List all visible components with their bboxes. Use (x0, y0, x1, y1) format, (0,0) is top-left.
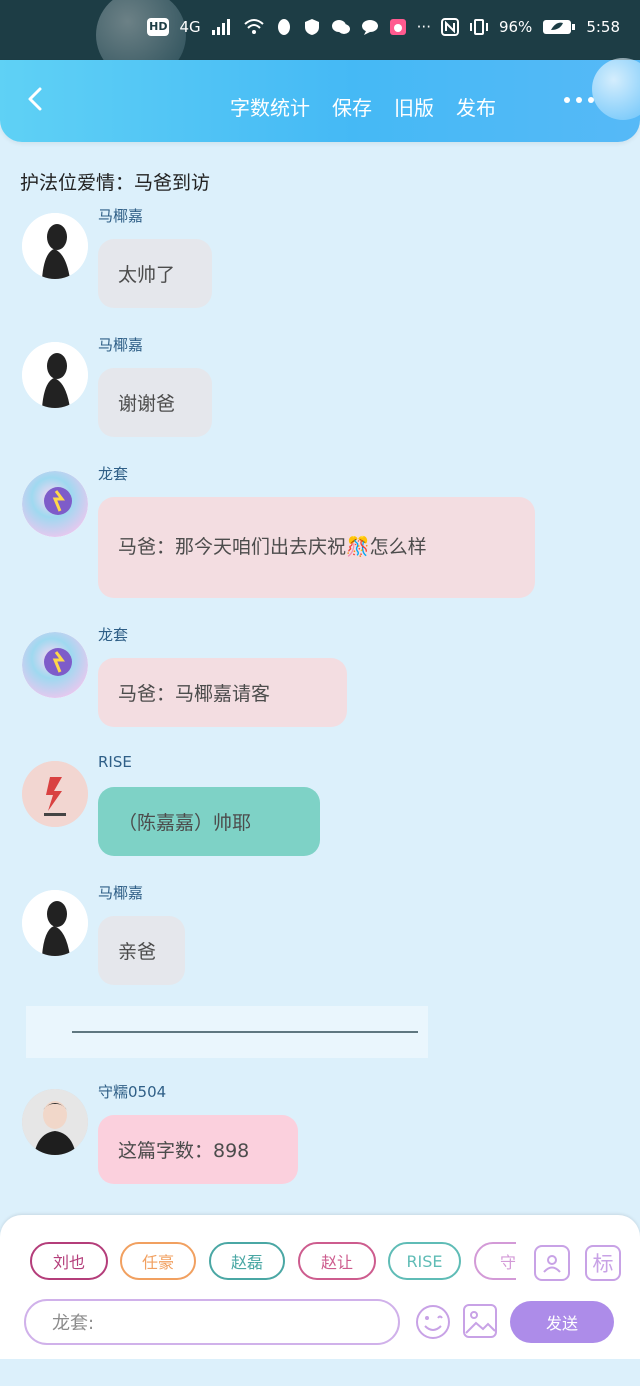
avatar[interactable] (22, 213, 88, 279)
message-icon (361, 20, 378, 35)
message-bubble[interactable]: 太帅了 (98, 239, 212, 308)
emoji-icon[interactable] (414, 1303, 452, 1341)
more-notifications-icon: ··· (416, 18, 431, 36)
avatar[interactable] (22, 1089, 88, 1155)
message-bubble[interactable]: 马爸：马椰嘉请客 (98, 658, 347, 727)
person-card-icon[interactable] (534, 1245, 570, 1281)
mark-button[interactable]: 标 (585, 1245, 621, 1281)
image-icon[interactable] (462, 1303, 498, 1339)
signal-icon (211, 19, 230, 35)
status-bar: HD 4G ··· 96% 5:58 (0, 0, 640, 80)
message-bubble[interactable]: 这篇字数：898 (98, 1115, 298, 1184)
character-chip[interactable]: 守 (474, 1242, 516, 1280)
bottom-strip (0, 1359, 640, 1386)
sender-name: 马椰嘉 (98, 207, 144, 225)
person-icon (543, 1255, 561, 1273)
message-text: 马爸：马椰嘉请客 (118, 683, 271, 705)
avatar[interactable] (22, 342, 88, 408)
nebula-orb-icon (22, 632, 88, 698)
avatar[interactable] (22, 761, 88, 827)
separator-block (26, 1006, 428, 1058)
battery-percent: 96% (498, 18, 533, 36)
publish-button[interactable]: 发布 (456, 92, 496, 121)
separator-line (72, 1031, 418, 1033)
sender-name: 龙套 (98, 465, 129, 483)
character-chip[interactable]: RISE (388, 1242, 461, 1280)
character-chip[interactable]: 赵让 (298, 1242, 376, 1280)
man-silhouette-icon (22, 213, 88, 279)
status-icons: HD 4G ··· 96% 5:58 (147, 18, 620, 36)
chat-area: 马椰嘉 太帅了 马椰嘉 谢谢爸 龙套 马爸：那今天咱们出去庆祝🎊怎么样 龙套 马… (0, 205, 640, 1215)
back-arrow-icon[interactable] (20, 83, 52, 115)
man-silhouette-icon (22, 890, 88, 956)
message-text: （陈嘉嘉）帅耶 (118, 812, 252, 834)
sender-name: 马椰嘉 (98, 884, 144, 902)
avatar[interactable] (22, 632, 88, 698)
sender-name: 龙套 (98, 626, 129, 644)
message-text: 这篇字数：898 (118, 1140, 250, 1162)
message-text: 亲爸 (118, 941, 157, 963)
wechat-icon (331, 20, 350, 34)
message-bubble[interactable]: 谢谢爸 (98, 368, 212, 437)
message-bubble[interactable]: 亲爸 (98, 916, 185, 985)
message-input[interactable]: 龙套: (24, 1299, 400, 1345)
message-text: 太帅了 (118, 264, 176, 286)
portrait-icon (22, 1089, 88, 1155)
message-text: 谢谢爸 (118, 393, 176, 415)
character-chip[interactable]: 任豪 (120, 1242, 196, 1280)
send-button[interactable]: 发送 (510, 1301, 614, 1343)
man-silhouette-icon (22, 342, 88, 408)
nebula-orb-icon (22, 471, 88, 537)
rise-logo-icon (22, 761, 88, 827)
avatar[interactable] (22, 471, 88, 537)
avatar[interactable] (22, 890, 88, 956)
character-chip[interactable]: 刘也 (30, 1242, 108, 1280)
qq-icon (277, 19, 290, 35)
page-title: 护法位爱情：马爸到访 (20, 172, 211, 194)
clock: 5:58 (586, 18, 620, 36)
sender-name: 马椰嘉 (98, 336, 144, 354)
sender-name: 守糯0504 (98, 1083, 167, 1101)
message-text: 马爸：那今天咱们出去庆祝🎊怎么样 (118, 536, 427, 558)
sender-name: RISE (98, 753, 132, 771)
word-count-button[interactable]: 字数统计 (230, 92, 310, 121)
nfc-icon (440, 18, 459, 36)
old-version-button[interactable]: 旧版 (394, 92, 434, 121)
header-actions: 字数统计 保存 旧版 发布 (230, 92, 496, 121)
battery-icon (543, 20, 576, 34)
character-chips: 刘也 任豪 赵磊 赵让 RISE 守 (30, 1242, 516, 1284)
character-chip[interactable]: 赵磊 (209, 1242, 285, 1280)
app-icon (389, 19, 406, 35)
shield-icon (304, 19, 319, 35)
more-icon[interactable] (562, 90, 596, 110)
vibrate-icon (469, 19, 488, 35)
header-decoration (592, 58, 640, 120)
save-button[interactable]: 保存 (332, 92, 372, 121)
wifi-icon (243, 19, 264, 34)
message-bubble[interactable]: （陈嘉嘉）帅耶 (98, 787, 320, 856)
network-label: 4G (179, 18, 201, 36)
hd-badge: HD (147, 18, 170, 36)
message-bubble[interactable]: 马爸：那今天咱们出去庆祝🎊怎么样 (98, 497, 535, 598)
app-header: 字数统计 保存 旧版 发布 (0, 58, 640, 142)
